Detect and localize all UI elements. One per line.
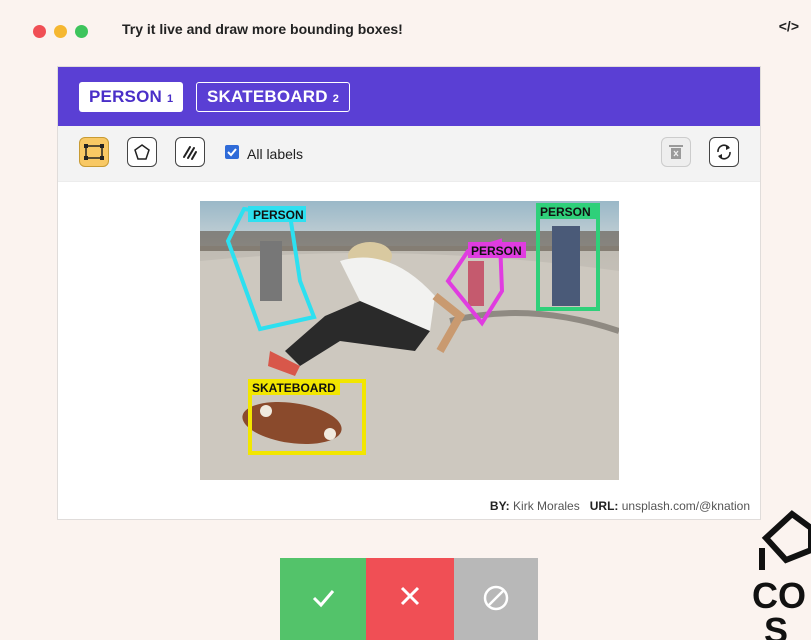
bounding-box-tool-button[interactable] xyxy=(79,137,109,167)
label-tag-person[interactable]: PERSON 1 xyxy=(79,82,184,112)
all-labels-label: All labels xyxy=(247,146,304,162)
minimize-dot[interactable] xyxy=(54,25,67,38)
label-count: 2 xyxy=(332,93,340,105)
label-bar: PERSON 1 SKATEBOARD 2 xyxy=(58,67,760,126)
person-tag-1: PERSON xyxy=(253,208,304,222)
polygon-icon xyxy=(134,144,150,160)
annotated-image[interactable]: PERSON PERSON PERSON SKATEBOARD xyxy=(200,201,619,480)
annotation-card: PERSON 1 SKATEBOARD 2 All labels PERSON … xyxy=(57,66,761,520)
image-credit: BY: Kirk Morales URL: unsplash.com/@knat… xyxy=(490,499,750,513)
check-icon xyxy=(312,590,335,608)
camera-icon xyxy=(761,510,811,564)
window-title: Try it live and draw more bounding boxes… xyxy=(122,21,403,37)
brand-logo: CO S xyxy=(752,510,811,640)
logo-text-2: S xyxy=(764,610,788,640)
check-icon xyxy=(227,148,237,157)
person-tag-2: PERSON xyxy=(471,244,522,258)
credit-url[interactable]: unsplash.com/@knation xyxy=(622,499,750,513)
person-tag-3: PERSON xyxy=(540,205,591,219)
bounding-box-icon xyxy=(84,144,104,160)
accept-button[interactable] xyxy=(280,558,366,640)
ban-icon xyxy=(483,585,509,611)
credit-author: Kirk Morales xyxy=(513,499,580,513)
label-count: 1 xyxy=(167,93,174,105)
trash-icon xyxy=(669,145,683,159)
brush-icon xyxy=(183,146,197,160)
label-name: SKATEBOARD xyxy=(207,87,328,106)
skip-button[interactable] xyxy=(454,558,538,640)
polygon-tool-button[interactable] xyxy=(127,137,157,167)
brush-tool-button[interactable] xyxy=(175,137,205,167)
all-labels-checkbox[interactable] xyxy=(225,145,239,159)
reject-button[interactable] xyxy=(366,558,454,640)
toolbar: All labels xyxy=(58,126,760,182)
skateboard-tag: SKATEBOARD xyxy=(252,381,336,395)
credit-by-label: BY: xyxy=(489,499,510,513)
delete-button[interactable] xyxy=(661,137,691,167)
code-icon[interactable]: </> xyxy=(779,18,799,34)
refresh-icon xyxy=(717,144,731,160)
window-controls xyxy=(33,25,88,38)
close-dot[interactable] xyxy=(33,25,46,38)
reset-button[interactable] xyxy=(709,137,739,167)
credit-url-label: URL: xyxy=(589,499,619,513)
close-icon xyxy=(400,586,420,606)
maximize-dot[interactable] xyxy=(75,25,88,38)
label-tag-skateboard[interactable]: SKATEBOARD 2 xyxy=(196,82,351,112)
review-actions xyxy=(280,558,538,640)
label-name: PERSON xyxy=(89,87,162,106)
